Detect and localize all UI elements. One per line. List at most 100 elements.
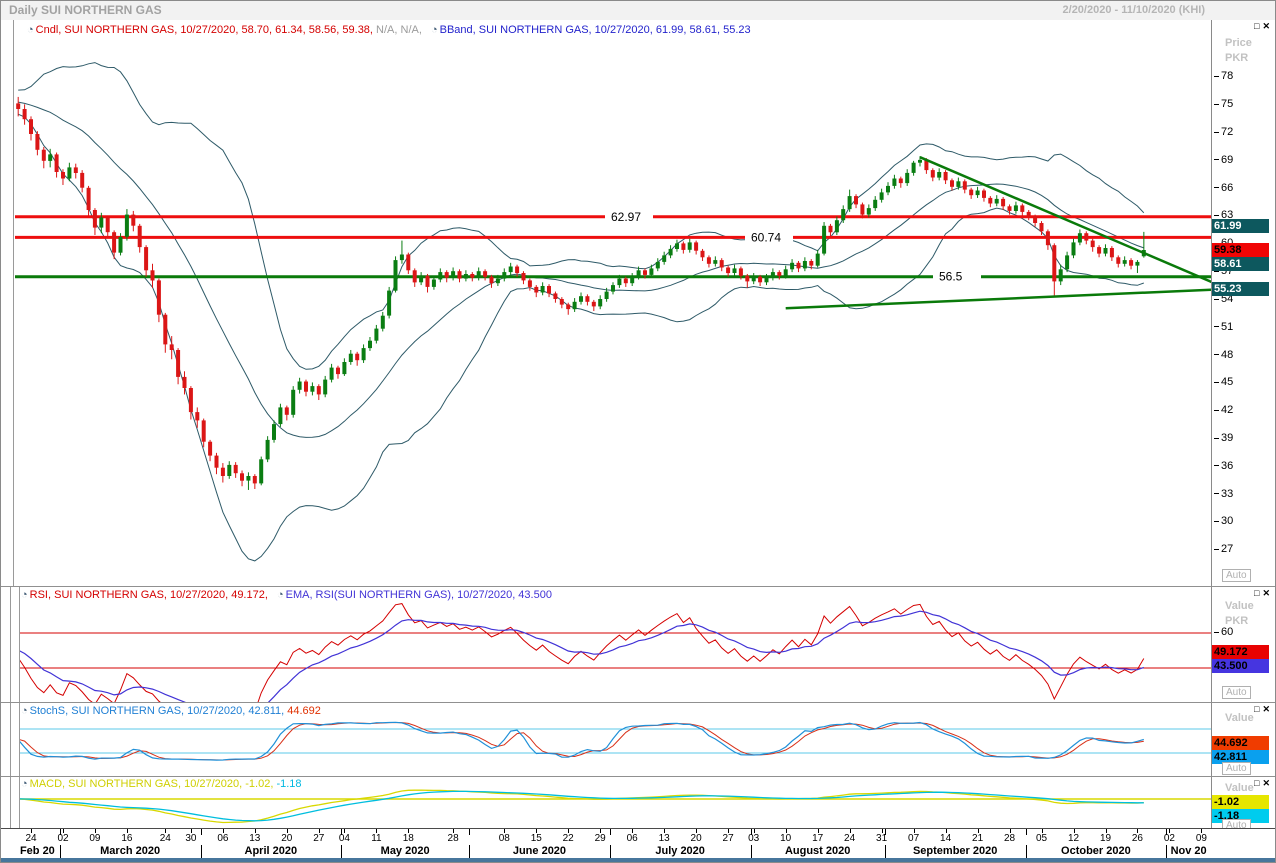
month-tick-mark <box>469 829 471 835</box>
line-value-label: 62.97 <box>611 210 641 224</box>
legend-text: 44.692 <box>287 705 321 717</box>
day-tick-label: 10 <box>780 833 792 844</box>
candle-body <box>1020 205 1025 212</box>
legend-text: MACD, SUI NORTHERN GAS, 10/27/2020, -1.0… <box>29 778 277 790</box>
indicator-collapse-icon[interactable]: ◔ <box>21 778 28 790</box>
candle-body <box>163 314 168 345</box>
candle-body <box>246 476 251 481</box>
candle-body <box>73 167 78 173</box>
candle-body <box>272 424 276 440</box>
indicator-collapse-icon[interactable]: ◔ <box>431 24 438 36</box>
close-icon[interactable]: ✕ <box>1262 588 1273 598</box>
candle-body <box>898 178 903 184</box>
candle-body <box>406 254 411 271</box>
candle-body <box>348 353 353 362</box>
candle-body <box>304 381 308 392</box>
auto-scale-button[interactable]: Auto <box>1222 686 1251 699</box>
candle-body <box>336 367 340 375</box>
close-icon[interactable]: ✕ <box>1262 704 1273 714</box>
legend-text: BBand, SUI NORTHERN GAS, 10/27/2020, 61.… <box>439 24 751 36</box>
candle-body <box>124 214 129 237</box>
candle-body <box>1001 198 1006 207</box>
candle-body <box>687 242 692 250</box>
day-tick-label: 05 <box>1035 833 1048 844</box>
candle-body <box>911 162 916 173</box>
candle-body <box>470 274 475 278</box>
day-tick-label: 06 <box>217 833 229 844</box>
candle-body <box>950 180 954 187</box>
axis-tick-label: 27 <box>1214 543 1233 555</box>
candle-body <box>866 208 871 215</box>
candle-body <box>796 262 801 269</box>
legend-text: N/A, N/A, <box>376 24 425 36</box>
candle-body <box>112 232 117 253</box>
day-tick-label: 29 <box>594 833 606 844</box>
stochastic-axis-column: □✕ Value 44.692 42.811 Auto <box>1211 703 1275 777</box>
candle-body <box>118 236 123 253</box>
legend-text: EMA, RSI(SUI NORTHERN GAS), 10/27/2020, … <box>285 589 552 601</box>
close-icon[interactable]: ✕ <box>1262 778 1273 788</box>
pane-window-controls: □✕ <box>1254 778 1273 789</box>
day-tick-label: 28 <box>1003 833 1016 844</box>
rsi-ema-line <box>17 610 1145 703</box>
candle-body <box>1109 248 1114 258</box>
candle-body <box>361 348 366 361</box>
value-box: -1.02 <box>1212 794 1269 809</box>
rsi-plot[interactable] <box>1 587 1211 703</box>
value-box: 43.500 <box>1212 658 1269 673</box>
trendline[interactable] <box>785 288 1211 310</box>
day-tick-label: 18 <box>402 833 414 844</box>
candle-body <box>706 257 711 264</box>
axis-caption: Value <box>1225 782 1254 794</box>
macd-signal-line <box>18 790 1144 822</box>
candle-body <box>451 271 456 278</box>
day-tick-label: 28 <box>447 833 459 844</box>
pane-splitter-handle[interactable] <box>10 587 20 703</box>
axis-tick-label: 75 <box>1214 98 1233 110</box>
candle-body <box>828 225 833 233</box>
axis-tick-label: 45 <box>1214 376 1233 388</box>
candle-body <box>67 167 72 179</box>
candle-body <box>732 268 737 273</box>
candle-body <box>854 196 858 205</box>
indicator-collapse-icon[interactable]: ◔ <box>21 589 28 601</box>
day-tick-label: 03 <box>748 833 760 844</box>
candle-body <box>310 386 315 392</box>
candle-body <box>1129 260 1134 266</box>
indicator-collapse-icon[interactable]: ◔ <box>277 589 284 601</box>
auto-scale-button[interactable]: Auto <box>1222 762 1251 775</box>
day-tick-label: 20 <box>281 833 293 844</box>
indicator-collapse-icon[interactable]: ◔ <box>21 705 28 717</box>
candle-body <box>156 280 161 315</box>
candle-body <box>879 192 884 200</box>
candle-body <box>751 276 756 282</box>
stoch-d-line <box>18 721 1144 761</box>
candle-body <box>41 149 46 161</box>
axis-tick-label: 51 <box>1214 321 1233 333</box>
candle-body <box>150 270 155 281</box>
candle-body <box>540 286 545 293</box>
month-label: May 2020 <box>380 845 430 857</box>
day-tick-label: 24 <box>25 833 37 844</box>
candle-body <box>92 210 97 228</box>
candle-body <box>80 172 85 188</box>
auto-scale-button[interactable]: Auto <box>1222 569 1251 582</box>
candle-body <box>937 172 942 178</box>
titlebar[interactable]: Daily SUI NORTHERN GAS 2/20/2020 - 11/10… <box>1 1 1275 21</box>
candle-body <box>770 272 775 278</box>
candle-body <box>22 109 27 120</box>
axis-tick-label: 78 <box>1214 70 1233 82</box>
axis-tick-label: 30 <box>1214 515 1233 527</box>
line-value-label: 56.5 <box>939 270 963 284</box>
candle-body <box>713 260 718 264</box>
price-plot[interactable]: 62.97 60.74 56.5 <box>1 20 1211 586</box>
candle-body <box>188 388 193 413</box>
month-tick-mark <box>59 829 61 835</box>
indicator-collapse-icon[interactable]: ◔ <box>27 24 34 36</box>
day-tick-label: 26 <box>1131 833 1143 844</box>
day-tick-label: 30 <box>185 833 197 844</box>
candle-body <box>380 315 385 329</box>
axis-tick-label: 39 <box>1214 432 1233 444</box>
candle-body <box>758 276 763 283</box>
close-icon[interactable]: ✕ <box>1262 21 1273 31</box>
